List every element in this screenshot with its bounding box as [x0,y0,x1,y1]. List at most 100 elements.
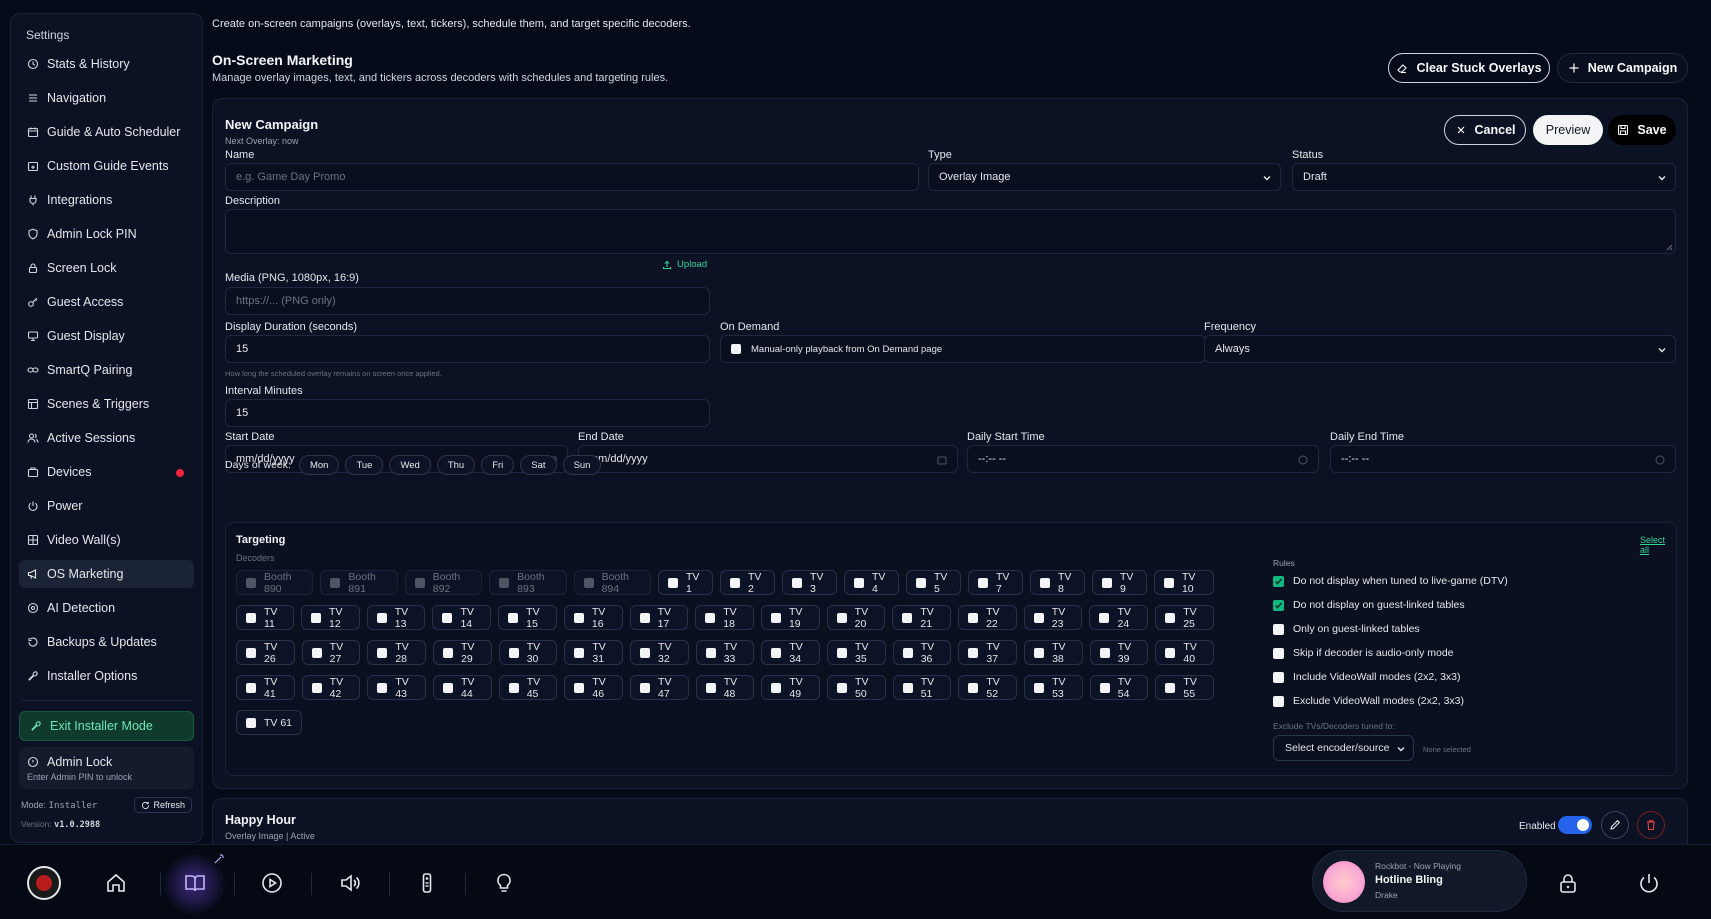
sidebar-item-navigation[interactable]: Navigation [19,84,194,112]
decoder-checkbox[interactable] [377,682,388,693]
rule-option[interactable]: Only on guest-linked tables [1273,622,1508,636]
decoder-chip[interactable]: TV 4 [843,570,899,595]
end-date-input[interactable]: mm/dd/yyyy [578,445,958,473]
decoder-chip[interactable]: TV 50 [827,675,886,700]
decoder-checkbox[interactable] [311,647,322,658]
decoder-checkbox[interactable] [442,612,453,623]
decoder-chip[interactable]: TV 53 [1024,675,1083,700]
decoder-chip[interactable]: TV 51 [892,675,952,700]
frequency-select[interactable]: Always [1204,335,1676,363]
decoder-chip[interactable]: TV 44 [433,675,492,700]
decoder-checkbox[interactable] [1099,682,1110,693]
decoder-chip[interactable]: TV 7 [967,570,1023,595]
refresh-button[interactable]: Refresh [134,797,192,813]
decoder-chip[interactable]: TV 37 [958,640,1018,665]
decoder-chip[interactable]: TV 49 [761,675,821,700]
day-pill-sun[interactable]: Sun [562,455,602,475]
decoder-chip[interactable]: TV 26 [236,640,295,665]
decoder-checkbox[interactable] [1033,612,1044,623]
decoder-checkbox[interactable] [1163,577,1174,588]
decoder-chip[interactable]: TV 14 [432,605,492,630]
decoder-chip[interactable]: TV 38 [1024,640,1083,665]
rule-checkbox-checked[interactable] [1273,599,1284,611]
decoder-checkbox[interactable] [1034,647,1045,658]
sidebar-item-active-sessions[interactable]: Active Sessions [19,424,194,452]
decoder-chip[interactable]: TV 10 [1153,570,1215,595]
decoder-checkbox[interactable] [770,612,781,623]
decoder-checkbox[interactable] [1034,682,1045,693]
decoder-checkbox[interactable] [705,682,716,693]
preview-button[interactable]: Preview [1533,115,1603,145]
decoder-chip[interactable]: TV 54 [1089,675,1149,700]
decoder-chip[interactable]: TV 52 [958,675,1018,700]
decoder-chip[interactable]: TV 18 [695,605,754,630]
decoder-checkbox[interactable] [837,647,848,658]
duration-input[interactable]: 15 [225,335,710,363]
decoder-chip[interactable]: TV 29 [433,640,492,665]
decoder-checkbox[interactable] [771,647,782,658]
now-playing-widget[interactable]: Rockbot - Now Playing Hotline Bling Drak… [1312,850,1527,912]
daily-start-input[interactable]: --:-- -- [967,445,1319,473]
admin-lock-panel[interactable]: Admin Lock Enter Admin PIN to unlock [19,747,194,789]
on-demand-checkbox[interactable] [731,344,741,354]
decoder-checkbox[interactable] [639,612,650,623]
day-pill-tue[interactable]: Tue [345,455,384,475]
sidebar-item-guide-scheduler[interactable]: Guide & Auto Scheduler [19,118,194,146]
decoder-chip[interactable]: TV 39 [1089,640,1149,665]
sidebar-item-admin-lock-pin[interactable]: Admin Lock PIN [19,220,194,248]
status-select[interactable]: Draft [1292,163,1676,191]
play-circle-icon[interactable] [261,872,283,894]
decoder-chip[interactable]: TV 45 [498,675,558,700]
decoder-checkbox[interactable] [574,647,585,658]
rule-option[interactable]: Skip if decoder is audio-only mode [1273,646,1508,660]
decoder-checkbox[interactable] [640,682,651,693]
decoder-checkbox[interactable] [311,612,322,623]
decoder-checkbox[interactable] [1099,647,1110,658]
sidebar-item-power[interactable]: Power [19,492,194,520]
decoder-checkbox[interactable] [508,612,519,623]
decoder-chip[interactable]: TV 61 [236,710,303,735]
decoder-chip[interactable]: TV 15 [498,605,557,630]
decoder-checkbox[interactable] [1165,612,1176,623]
decoder-checkbox[interactable] [915,577,926,588]
decoder-checkbox[interactable] [1101,577,1112,588]
cancel-button[interactable]: Cancel [1444,115,1526,145]
decoder-chip[interactable]: TV 55 [1155,675,1215,700]
sidebar-item-integrations[interactable]: Integrations [19,186,194,214]
decoder-checkbox[interactable] [443,647,454,658]
decoder-checkbox[interactable] [705,612,716,623]
decoder-chip[interactable]: TV 40 [1155,640,1215,665]
sidebar-item-scenes-triggers[interactable]: Scenes & Triggers [19,390,194,418]
decoder-chip[interactable]: TV 9 [1091,570,1147,595]
decoder-chip[interactable]: TV 36 [892,640,952,665]
decoder-checkbox[interactable] [246,612,256,623]
decoder-chip[interactable]: TV 20 [826,605,886,630]
rule-option[interactable]: Exclude VideoWall modes (2x2, 3x3) [1273,694,1508,708]
decoder-chip[interactable]: TV 33 [695,640,755,665]
sidebar-item-guest-access[interactable]: Guest Access [19,288,194,316]
upload-button[interactable]: Upload [662,259,707,270]
decoder-checkbox[interactable] [705,647,716,658]
day-pill-wed[interactable]: Wed [389,455,431,475]
lock-icon[interactable] [1557,872,1579,894]
decoder-chip[interactable]: TV 42 [301,675,361,700]
exclude-source-select[interactable]: Select encoder/source [1273,735,1414,761]
decoder-chip[interactable]: TV 35 [827,640,886,665]
decoder-checkbox[interactable] [246,682,256,693]
decoder-chip[interactable]: TV 34 [761,640,821,665]
decoder-checkbox[interactable] [1099,612,1110,623]
decoder-checkbox[interactable] [311,682,322,693]
decoder-chip[interactable]: TV 13 [366,605,426,630]
decoder-chip[interactable]: TV 12 [301,605,360,630]
decoder-chip[interactable]: TV 5 [905,570,961,595]
decoder-checkbox[interactable] [902,682,913,693]
select-all-link[interactable]: Select all [1640,535,1676,555]
decoder-chip[interactable]: TV 47 [630,675,689,700]
decoder-checkbox[interactable] [902,647,913,658]
decoder-chip[interactable]: TV 3 [781,570,837,595]
decoder-chip[interactable]: TV 11 [236,605,295,630]
sidebar-item-guest-display[interactable]: Guest Display [19,322,194,350]
venue-logo[interactable] [27,866,61,900]
decoder-checkbox[interactable] [246,647,256,658]
decoder-chip[interactable]: TV 22 [958,605,1017,630]
